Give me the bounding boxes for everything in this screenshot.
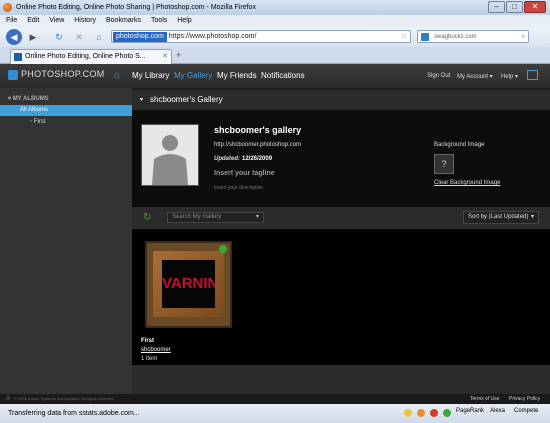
updated-date: 12/26/2009 xyxy=(242,156,273,162)
pagerank-label[interactable]: PageRank xyxy=(456,408,484,414)
gallery-search-input[interactable]: Search My Gallery xyxy=(167,212,264,223)
description-field[interactable]: Insert your description xyxy=(214,185,263,191)
menu-bar: File Edit View History Bookmarks Tools H… xyxy=(0,15,550,27)
thumbnail-text: VARNIN xyxy=(162,275,215,292)
addon-icon[interactable] xyxy=(404,409,412,417)
menu-tools[interactable]: Tools xyxy=(151,17,167,24)
background-image-label: Background Image xyxy=(434,142,485,148)
tagline-field[interactable]: Insert your tagline xyxy=(214,170,275,177)
nav-notifications[interactable]: Notifications xyxy=(261,71,305,80)
gallery-name: shcboomer's gallery xyxy=(214,125,302,135)
chevron-down-icon: ▾ xyxy=(530,214,534,220)
sidebar-item-label: First xyxy=(33,119,46,125)
tab-favicon-icon xyxy=(14,53,22,61)
refresh-icon[interactable]: ↻ xyxy=(143,212,151,223)
avatar-silhouette-icon xyxy=(152,135,188,185)
tab-close-icon[interactable]: ✕ xyxy=(162,50,168,64)
copyright-text: © 2008 Adobe Systems Incorporated. All r… xyxy=(14,396,115,401)
addon-icon[interactable] xyxy=(443,409,451,417)
avatar[interactable] xyxy=(141,124,199,186)
window-title: Online Photo Editing, Online Photo Shari… xyxy=(16,4,256,11)
forward-arrow-icon[interactable]: ▶ xyxy=(26,30,40,44)
nav-my-library[interactable]: My Library xyxy=(132,71,169,80)
album-item-count: 1 item xyxy=(141,356,158,362)
search-engine-icon[interactable] xyxy=(421,33,429,41)
nav-my-friends[interactable]: My Friends xyxy=(217,71,257,80)
addon-icon[interactable] xyxy=(417,409,425,417)
new-tab-button[interactable]: + xyxy=(176,50,181,60)
sidebar xyxy=(0,88,132,394)
gallery-title: shcboomer's Gallery xyxy=(150,95,223,104)
logo-text: PHOTOSHOP.COM xyxy=(21,69,105,79)
menu-edit[interactable]: Edit xyxy=(27,17,39,24)
search-icon[interactable]: ⌕ xyxy=(522,31,525,43)
albums-header-label: MY ALBUMS xyxy=(12,96,49,102)
background-image-placeholder[interactable]: ? xyxy=(434,154,454,174)
page-footer: A © 2008 Adobe Systems Incorporated. All… xyxy=(0,394,550,404)
address-bar[interactable]: photoshop.com https://www.photoshop.com/ … xyxy=(111,30,411,43)
album-owner[interactable]: shcboomer xyxy=(141,347,171,353)
my-account-menu[interactable]: My Account ▾ xyxy=(457,73,493,80)
close-window-button[interactable]: ✕ xyxy=(524,1,546,13)
nav-my-gallery[interactable]: My Gallery xyxy=(174,71,212,80)
search-bar-placeholder: swagbucks.com xyxy=(434,34,477,40)
sort-select[interactable]: Sort by (Last Updated) ▾ xyxy=(463,211,539,224)
maximize-button[interactable]: □ xyxy=(506,1,523,13)
site-identity-badge[interactable]: photoshop.com xyxy=(113,32,167,42)
album-title[interactable]: First xyxy=(141,338,154,344)
stop-icon[interactable]: ✕ xyxy=(72,30,86,44)
status-text: Transferring data from sstats.adobe.com.… xyxy=(8,410,140,417)
thumbnail-image: VARNIN xyxy=(162,260,215,308)
sign-out-link[interactable]: Sign Out xyxy=(427,73,450,79)
menu-history[interactable]: History xyxy=(74,17,96,24)
sidebar-item-all-albums[interactable]: All Albums xyxy=(0,105,132,116)
tab-title: Online Photo Editing, Online Photo S... xyxy=(25,53,146,60)
reload-icon[interactable]: ↻ xyxy=(52,30,66,44)
fullscreen-icon[interactable] xyxy=(527,70,538,80)
menu-help[interactable]: Help xyxy=(177,17,191,24)
gallery-bottom-strip xyxy=(132,365,550,394)
compete-label[interactable]: Compete xyxy=(514,408,538,414)
photoshop-logo[interactable]: PHOTOSHOP.COM xyxy=(8,69,105,80)
terms-link[interactable]: Terms of Use xyxy=(470,394,499,404)
gallery-title-bar: ▾ shcboomer's Gallery xyxy=(132,90,550,110)
alexa-label[interactable]: Alexa xyxy=(490,408,505,414)
firefox-icon xyxy=(3,3,12,12)
browser-tab[interactable]: Online Photo Editing, Online Photo S... … xyxy=(10,49,172,64)
collapse-arrow-icon[interactable]: ▾ xyxy=(140,90,143,110)
home-icon[interactable]: ⌂ xyxy=(92,30,106,44)
menu-file[interactable]: File xyxy=(6,17,17,24)
back-arrow-icon[interactable]: ◀ xyxy=(6,29,22,45)
adobe-logo-icon: A xyxy=(6,396,11,402)
menu-view[interactable]: View xyxy=(49,17,64,24)
minimize-button[interactable]: – xyxy=(488,1,505,13)
photoshop-logo-icon xyxy=(8,69,18,80)
addon-icon[interactable] xyxy=(430,409,438,417)
updated-label: Updated: xyxy=(214,156,240,162)
privacy-link[interactable]: Privacy Policy xyxy=(509,394,540,404)
search-dropdown-icon[interactable]: ▾ xyxy=(256,213,259,220)
url-text: https://www.photoshop.com/ xyxy=(168,33,257,40)
menu-bookmarks[interactable]: Bookmarks xyxy=(106,17,141,24)
help-menu[interactable]: Help ▾ xyxy=(501,73,518,80)
home-nav-icon[interactable]: ⌂ xyxy=(114,70,120,81)
bookmark-star-icon[interactable]: ☆ xyxy=(401,31,407,43)
window-title-bar: Online Photo Editing, Online Photo Shari… xyxy=(0,0,550,15)
sidebar-item-first[interactable]: • First xyxy=(0,117,132,127)
clear-background-link[interactable]: Clear Background Image xyxy=(434,180,500,186)
sort-label: Sort by (Last Updated) xyxy=(468,214,529,220)
share-badge-icon[interactable] xyxy=(219,245,227,253)
gallery-url[interactable]: http://shcboomer.photoshop.com xyxy=(214,142,301,148)
search-bar[interactable]: swagbucks.com ⌕ xyxy=(417,30,529,43)
albums-header: ▾ MY ALBUMS xyxy=(8,96,49,102)
